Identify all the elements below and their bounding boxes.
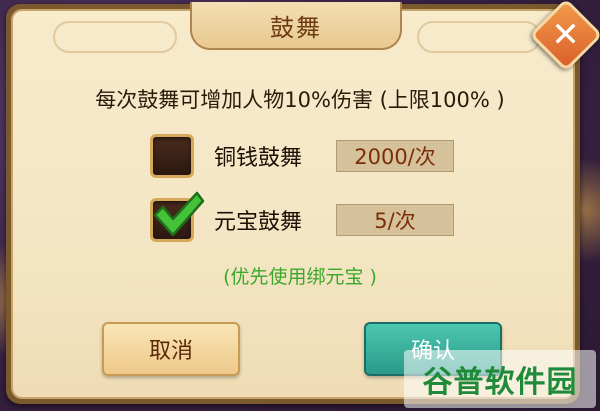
checkmark-icon <box>153 191 205 237</box>
ingot-inspire-price: 5/次 <box>336 204 454 236</box>
copper-inspire-price-text: 2000/次 <box>354 145 436 169</box>
close-icon: ✕ <box>551 14 580 55</box>
cloud-ornament-left <box>53 21 177 53</box>
copper-inspire-label: 铜钱鼓舞 <box>214 146 303 171</box>
copper-inspire-checkbox[interactable] <box>150 134 194 178</box>
dialog-title-bar: 鼓舞 <box>190 2 402 50</box>
dialog-title: 鼓舞 <box>270 13 322 42</box>
option-copper-inspire[interactable]: 铜钱鼓舞 2000/次 <box>150 134 454 178</box>
option-ingot-inspire[interactable]: 元宝鼓舞 5/次 <box>150 191 454 242</box>
cancel-button[interactable]: 取消 <box>102 322 240 376</box>
cancel-button-label: 取消 <box>148 339 193 364</box>
ingot-inspire-price-text: 5/次 <box>374 209 416 233</box>
cloud-ornament-right <box>417 21 541 53</box>
ingot-inspire-label: 元宝鼓舞 <box>214 210 303 235</box>
bound-ingot-note: (优先使用绑元宝 ) <box>223 266 377 288</box>
ingot-inspire-checkbox[interactable] <box>150 191 205 242</box>
copper-inspire-price: 2000/次 <box>336 140 454 172</box>
close-button[interactable]: ✕ <box>528 0 600 72</box>
site-watermark: 谷普软件园 <box>404 350 596 408</box>
watermark-text: 谷普软件园 <box>422 365 578 400</box>
inspire-description: 每次鼓舞可增加人物10%伤害 (上限100% ) <box>95 88 505 112</box>
